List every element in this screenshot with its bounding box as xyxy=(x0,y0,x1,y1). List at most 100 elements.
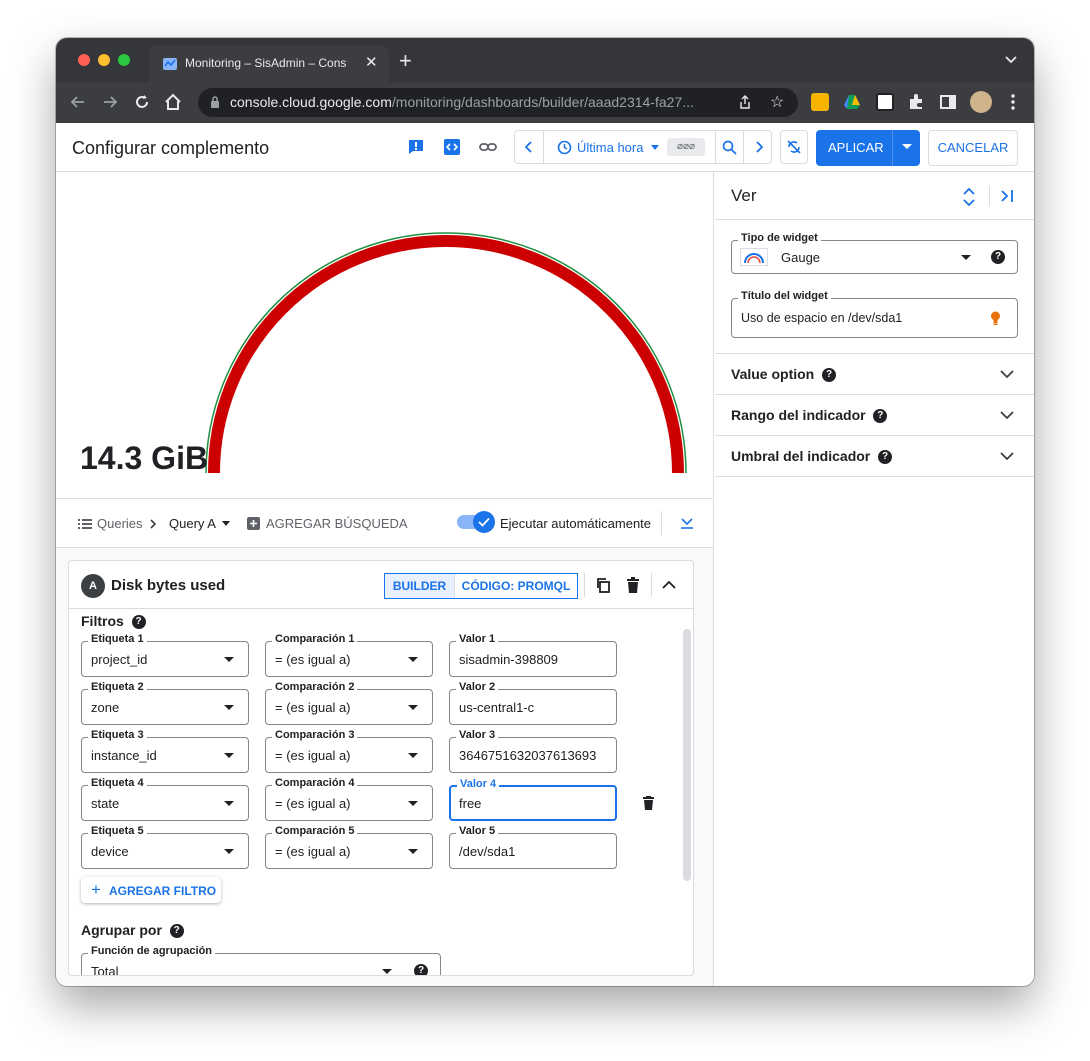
extensions-puzzle-icon[interactable] xyxy=(907,93,925,111)
close-tab-icon[interactable]: ✕ xyxy=(365,53,378,71)
separator xyxy=(743,131,744,163)
query-avatar: A xyxy=(81,574,105,598)
add-icon: + xyxy=(91,880,101,899)
dropdown-arrow-icon xyxy=(224,753,234,758)
time-range-dropdown-icon[interactable] xyxy=(651,145,659,150)
query-bar: Queries Query A AGREGAR BÚSQUEDA Ejecuta… xyxy=(56,498,714,548)
code-view-icon[interactable] xyxy=(443,138,461,156)
apply-dropdown-icon[interactable] xyxy=(902,144,912,149)
help-icon[interactable]: ? xyxy=(131,615,146,630)
add-query-button[interactable]: AGREGAR BÚSQUEDA xyxy=(266,516,408,531)
delete-icon[interactable] xyxy=(625,577,641,593)
new-tab-icon[interactable]: + xyxy=(399,48,412,74)
help-icon[interactable]: ? xyxy=(414,964,428,975)
comparison-select-2[interactable]: Comparación 2 = (es igual a) xyxy=(265,681,433,725)
close-window-button[interactable] xyxy=(78,54,90,66)
add-box-icon xyxy=(247,517,260,530)
help-icon[interactable]: ? xyxy=(878,450,893,465)
value-input-2[interactable]: Valor 2 us-central1-c xyxy=(449,681,617,725)
label-select-2[interactable]: Etiqueta 2 zone xyxy=(81,681,249,725)
browser-toolbar: console.cloud.google.com/monitoring/dash… xyxy=(56,82,1034,123)
share-icon[interactable] xyxy=(738,95,752,109)
notion-extension-icon[interactable] xyxy=(876,93,894,111)
field-title: Etiqueta 1 xyxy=(88,633,147,645)
cancel-button[interactable]: CANCELAR xyxy=(928,130,1018,166)
collapse-up-icon[interactable] xyxy=(661,577,677,593)
scrollbar[interactable] xyxy=(683,629,691,881)
value-input-4[interactable]: Valor 4 free xyxy=(449,778,617,821)
comparison-select-4[interactable]: Comparación 4 = (es igual a) xyxy=(265,777,433,821)
label-select-3[interactable]: Etiqueta 3 instance_id xyxy=(81,729,249,773)
value-input-5[interactable]: Valor 5 /dev/sda1 xyxy=(449,825,617,869)
link-icon[interactable] xyxy=(479,138,497,156)
apply-button[interactable]: APLICAR xyxy=(816,130,920,166)
value-option-section[interactable]: Value option ? xyxy=(715,354,1034,395)
zoom-icon[interactable] xyxy=(722,140,737,155)
chevron-down-icon[interactable] xyxy=(1000,449,1014,463)
field-title: Etiqueta 3 xyxy=(88,729,147,741)
add-filter-label: AGREGAR FILTRO xyxy=(109,884,217,898)
tab-search-icon[interactable] xyxy=(1004,52,1018,66)
gauge-range-section[interactable]: Rango del indicador ? xyxy=(715,395,1034,436)
collapse-panel-icon[interactable] xyxy=(1000,189,1014,203)
chevron-right-icon xyxy=(150,519,157,529)
expand-collapse-icon[interactable] xyxy=(962,186,976,208)
promql-mode-button[interactable]: CÓDIGO: PROMQL xyxy=(454,574,577,598)
filters-title-text: Filtros xyxy=(81,613,124,629)
label-select-1[interactable]: Etiqueta 1 project_id xyxy=(81,633,249,677)
autorun-toggle[interactable] xyxy=(457,511,495,533)
query-dropdown-icon[interactable] xyxy=(222,521,230,526)
copy-icon[interactable] xyxy=(595,577,611,593)
chevron-down-icon[interactable] xyxy=(1000,408,1014,422)
value-input-3[interactable]: Valor 3 3646751632037613693 xyxy=(449,729,617,773)
side-panel-icon[interactable] xyxy=(939,93,957,111)
minimize-window-button[interactable] xyxy=(98,54,110,66)
help-icon[interactable]: ? xyxy=(991,250,1005,264)
back-icon[interactable] xyxy=(68,92,88,112)
keep-extension-icon[interactable] xyxy=(811,93,829,111)
help-icon[interactable]: ? xyxy=(873,409,888,424)
grouping-function-select[interactable]: Función de agrupación Total ? xyxy=(81,945,441,975)
field-title: Etiqueta 5 xyxy=(88,825,147,837)
drive-extension-icon[interactable] xyxy=(843,93,861,111)
reload-icon[interactable] xyxy=(132,92,152,112)
zoom-window-button[interactable] xyxy=(118,54,130,66)
time-range-select[interactable]: Última hora xyxy=(577,140,643,155)
lightbulb-icon[interactable] xyxy=(990,311,1001,326)
comparison-select-3[interactable]: Comparación 3 = (es igual a) xyxy=(265,729,433,773)
widget-title-input[interactable]: Título del widget Uso de espacio en /dev… xyxy=(731,290,1018,338)
label-select-5[interactable]: Etiqueta 5 device xyxy=(81,825,249,869)
time-forward-icon[interactable] xyxy=(753,141,765,153)
browser-menu-icon[interactable] xyxy=(1004,93,1022,111)
section-label: Value option xyxy=(731,366,815,382)
auto-refresh-button[interactable] xyxy=(780,130,808,164)
browser-tab[interactable]: Monitoring – SisAdmin – Cons ✕ xyxy=(149,45,389,82)
url-host: console.cloud.google.com xyxy=(230,94,392,110)
help-icon[interactable]: ? xyxy=(169,924,184,939)
lock-icon xyxy=(211,96,219,108)
value-input-1[interactable]: Valor 1 sisadmin-398809 xyxy=(449,633,617,677)
comparison-select-1[interactable]: Comparación 1 = (es igual a) xyxy=(265,633,433,677)
group-by-section-title: Agrupar por ? xyxy=(81,922,184,939)
label-select-4[interactable]: Etiqueta 4 state xyxy=(81,777,249,821)
collapse-down-icon[interactable] xyxy=(680,516,694,530)
chevron-down-icon[interactable] xyxy=(1000,367,1014,381)
bookmark-star-icon[interactable]: ☆ xyxy=(770,92,784,112)
tab-strip: Monitoring – SisAdmin – Cons ✕ + xyxy=(56,38,1034,82)
gauge-threshold-section[interactable]: Umbral del indicador ? xyxy=(715,436,1034,477)
queries-link[interactable]: Queries xyxy=(97,516,143,531)
time-back-icon[interactable] xyxy=(523,141,535,153)
help-icon[interactable]: ? xyxy=(822,368,837,383)
comparison-select-5[interactable]: Comparación 5 = (es igual a) xyxy=(265,825,433,869)
forward-icon[interactable] xyxy=(100,92,120,112)
panel-title: Ver xyxy=(731,186,757,205)
query-select[interactable]: Query A xyxy=(169,516,216,531)
address-bar[interactable]: console.cloud.google.com/monitoring/dash… xyxy=(198,88,798,117)
delete-filter-icon[interactable] xyxy=(642,796,655,810)
feedback-icon[interactable] xyxy=(407,138,425,156)
builder-mode-button[interactable]: BUILDER xyxy=(385,574,454,598)
add-filter-button[interactable]: + AGREGAR FILTRO xyxy=(81,877,221,903)
profile-avatar[interactable] xyxy=(970,91,992,113)
home-icon[interactable] xyxy=(163,92,183,112)
widget-type-select[interactable]: Tipo de widget Gauge ? xyxy=(731,232,1018,274)
